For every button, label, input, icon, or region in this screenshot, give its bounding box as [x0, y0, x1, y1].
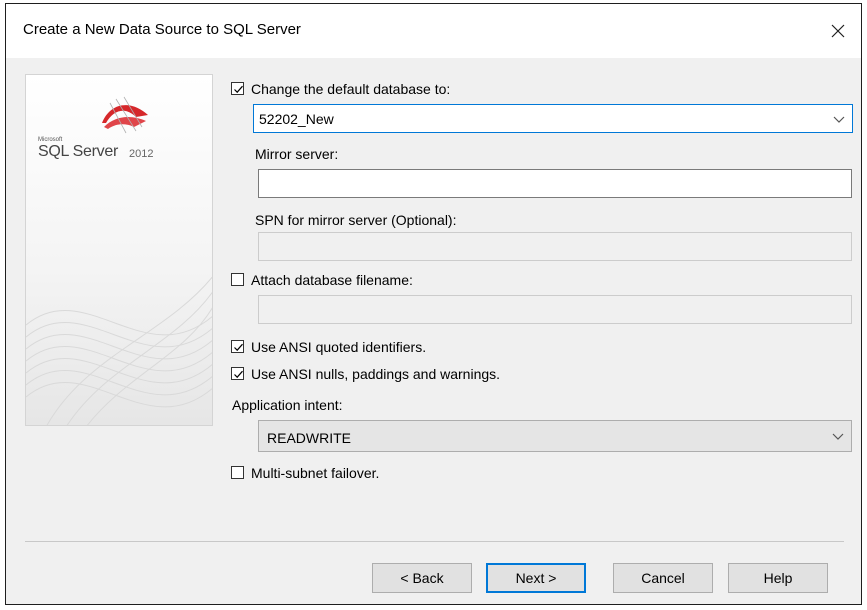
- checkmark-icon: [234, 370, 243, 379]
- app-intent-label: Application intent:: [232, 397, 343, 413]
- footer-separator: [25, 541, 844, 542]
- chevron-down-icon[interactable]: [831, 431, 845, 441]
- attach-db-field: [258, 295, 852, 324]
- attach-db-input: [259, 296, 826, 323]
- ansi-quoted-label[interactable]: Use ANSI quoted identifiers.: [251, 339, 426, 355]
- change-default-db-checkbox[interactable]: [231, 82, 244, 95]
- product-version-text: 2012: [129, 148, 154, 160]
- close-icon: [831, 24, 845, 38]
- app-intent-value: READWRITE: [267, 430, 351, 446]
- multisubnet-label[interactable]: Multi-subnet failover.: [251, 465, 379, 481]
- close-button[interactable]: [815, 4, 861, 58]
- mirror-server-input[interactable]: [259, 170, 826, 197]
- sql-server-logo-icon: [102, 96, 148, 134]
- ansi-nulls-label[interactable]: Use ANSI nulls, paddings and warnings.: [251, 366, 500, 382]
- ansi-nulls-checkbox[interactable]: [231, 367, 244, 380]
- change-default-db-label[interactable]: Change the default database to:: [251, 81, 450, 97]
- attach-db-label[interactable]: Attach database filename:: [251, 272, 413, 288]
- window-title: Create a New Data Source to SQL Server: [23, 21, 301, 38]
- cancel-button[interactable]: Cancel: [613, 563, 713, 593]
- mirror-server-field[interactable]: [258, 169, 852, 198]
- help-button[interactable]: Help: [728, 563, 828, 593]
- dialog-window: Create a New Data Source to SQL Server M…: [5, 3, 862, 605]
- next-button[interactable]: Next >: [486, 563, 586, 593]
- spn-mirror-field: [258, 232, 852, 261]
- multisubnet-checkbox[interactable]: [231, 466, 244, 479]
- back-button[interactable]: < Back: [372, 563, 472, 593]
- database-input[interactable]: [254, 105, 827, 132]
- spn-mirror-input: [259, 233, 826, 260]
- checkmark-icon: [234, 85, 243, 94]
- attach-db-checkbox[interactable]: [231, 273, 244, 286]
- mirror-server-label: Mirror server:: [255, 146, 339, 162]
- ansi-quoted-checkbox[interactable]: [231, 340, 244, 353]
- chevron-down-icon[interactable]: [832, 114, 846, 124]
- spn-mirror-label: SPN for mirror server (Optional):: [255, 212, 457, 228]
- title-bar: Create a New Data Source to SQL Server: [6, 4, 861, 58]
- product-banner: Microsoft SQL Server 2012: [25, 74, 213, 426]
- database-combobox[interactable]: [253, 104, 853, 133]
- product-name-text: SQL Server: [38, 143, 118, 160]
- app-intent-select[interactable]: READWRITE: [258, 420, 852, 452]
- checkmark-icon: [234, 343, 243, 352]
